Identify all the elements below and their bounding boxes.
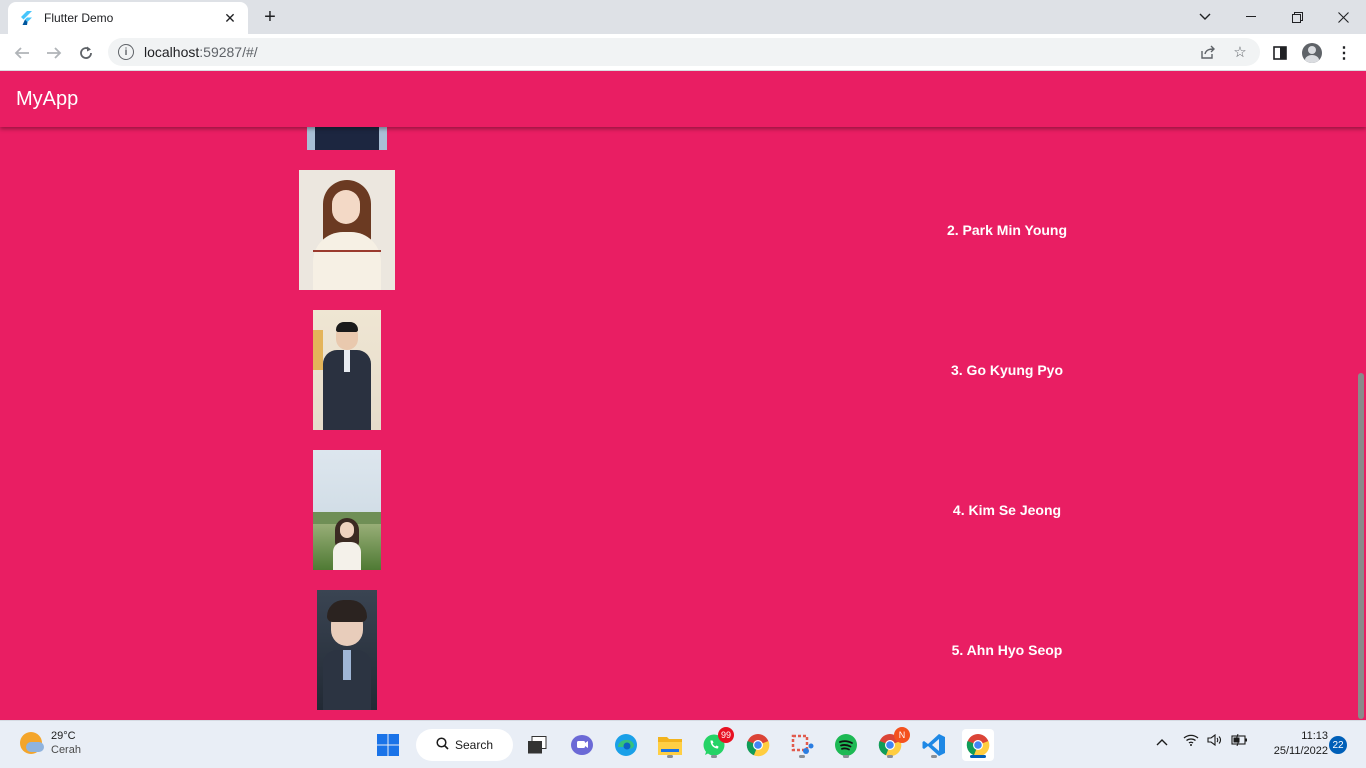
browser-tabstrip: Flutter Demo ✕ + bbox=[0, 0, 1366, 34]
browser-toolbar: i localhost:59287/#/ ☆ ⋮ bbox=[0, 34, 1366, 71]
weather-condition: Cerah bbox=[51, 744, 81, 756]
file-explorer-icon[interactable] bbox=[654, 729, 686, 761]
item-name: 2. Park Min Young bbox=[946, 222, 1068, 238]
item-name: 5. Ahn Hyo Seop bbox=[951, 642, 1063, 658]
scrollbar-thumb[interactable] bbox=[1358, 373, 1364, 719]
wifi-icon[interactable] bbox=[1183, 733, 1199, 749]
weather-temp: 29°C bbox=[51, 730, 76, 742]
flutter-icon bbox=[18, 10, 34, 26]
weather-icon bbox=[20, 732, 44, 754]
taskbar-search[interactable]: Search bbox=[416, 729, 513, 761]
close-tab-icon[interactable]: ✕ bbox=[222, 10, 238, 26]
taskbar-clock[interactable]: 11:13 25/11/2022 bbox=[1258, 729, 1328, 759]
menu-kebab-icon[interactable]: ⋮ bbox=[1330, 39, 1358, 67]
scrollbar[interactable] bbox=[1356, 71, 1366, 720]
battery-icon[interactable] bbox=[1231, 733, 1249, 749]
new-tab-button[interactable]: + bbox=[258, 6, 282, 28]
chrome-profile-badge: N bbox=[894, 727, 910, 743]
url-host: localhost bbox=[144, 44, 200, 60]
profile-photo bbox=[313, 450, 381, 570]
start-button[interactable] bbox=[372, 729, 404, 761]
search-label: Search bbox=[455, 738, 494, 752]
site-info-icon[interactable]: i bbox=[118, 44, 134, 60]
reload-icon[interactable] bbox=[72, 39, 100, 67]
chrome-profile-icon[interactable]: N bbox=[874, 727, 910, 761]
flutter-app: MyApp 2. Park Min Young 3. Go Kyung Pyo … bbox=[0, 71, 1366, 720]
app-bar: MyApp bbox=[0, 71, 1366, 127]
back-arrow-icon[interactable] bbox=[8, 39, 36, 67]
spotify-icon[interactable] bbox=[830, 729, 862, 761]
browser-tab[interactable]: Flutter Demo ✕ bbox=[8, 2, 248, 34]
close-window-button[interactable] bbox=[1320, 0, 1366, 34]
chrome-icon[interactable] bbox=[742, 729, 774, 761]
list-item[interactable]: 2. Park Min Young bbox=[0, 170, 1356, 290]
item-name: 4. Kim Se Jeong bbox=[952, 502, 1062, 518]
edge-browser-icon[interactable] bbox=[610, 729, 642, 761]
clock-time: 11:13 bbox=[1301, 730, 1328, 742]
item-name: 3. Go Kyung Pyo bbox=[950, 362, 1063, 378]
show-hidden-icons-chevron-icon[interactable] bbox=[1156, 733, 1168, 749]
whatsapp-icon[interactable]: 99 bbox=[698, 727, 734, 761]
profile-photo bbox=[317, 590, 377, 710]
profile-avatar-icon[interactable] bbox=[1298, 39, 1326, 67]
tab-title: Flutter Demo bbox=[44, 11, 114, 25]
list-item[interactable]: 4. Kim Se Jeong bbox=[0, 450, 1356, 570]
clock-date: 25/11/2022 bbox=[1273, 745, 1328, 757]
list-item[interactable]: 3. Go Kyung Pyo bbox=[0, 310, 1356, 430]
bookmark-star-icon[interactable]: ☆ bbox=[1230, 42, 1250, 62]
profile-photo bbox=[313, 310, 381, 430]
app-title: MyApp bbox=[16, 87, 79, 110]
task-view-icon[interactable] bbox=[521, 729, 553, 761]
taskbar: 29°C Cerah Search 99 N 11:13 25/11/2022 … bbox=[0, 720, 1366, 768]
minimize-button[interactable] bbox=[1228, 0, 1274, 34]
url-path: :59287/#/ bbox=[199, 44, 258, 60]
vscode-icon[interactable] bbox=[918, 729, 950, 761]
list-item[interactable]: 5. Ahn Hyo Seop bbox=[0, 590, 1356, 710]
notification-badge[interactable]: 22 bbox=[1329, 736, 1347, 754]
teams-chat-icon[interactable] bbox=[566, 729, 598, 761]
search-icon bbox=[436, 737, 449, 753]
whatsapp-badge: 99 bbox=[718, 727, 734, 743]
profile-photo bbox=[299, 170, 395, 290]
forward-arrow-icon[interactable] bbox=[40, 39, 68, 67]
tab-search-chevron-icon[interactable] bbox=[1182, 0, 1228, 34]
side-panel-icon[interactable] bbox=[1266, 39, 1294, 67]
chrome-active-icon[interactable] bbox=[962, 729, 994, 761]
address-bar[interactable]: i localhost:59287/#/ ☆ bbox=[108, 38, 1260, 66]
restore-button[interactable] bbox=[1274, 0, 1320, 34]
snipping-tool-icon[interactable] bbox=[786, 729, 818, 761]
volume-icon[interactable] bbox=[1207, 733, 1223, 749]
weather-widget[interactable]: 29°C Cerah bbox=[20, 729, 81, 757]
share-icon[interactable] bbox=[1198, 42, 1218, 62]
